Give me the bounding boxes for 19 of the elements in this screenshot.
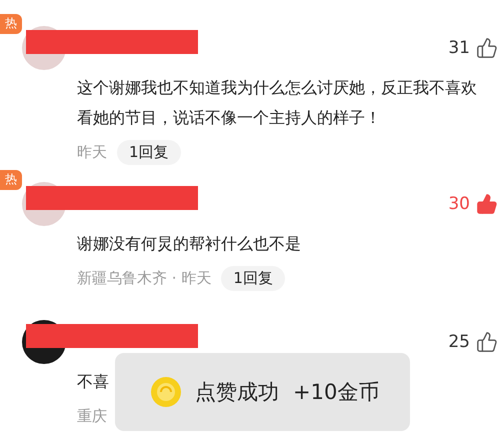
replies-button[interactable]: 1回复 [221,266,285,290]
comment-meta: 重庆 [77,406,107,426]
comment-text: 不喜 [77,371,109,393]
like-count: 25 [448,332,470,352]
comment-meta: 新疆乌鲁木齐 · 昨天 [77,268,212,288]
toast-message: 点赞成功 [195,379,279,406]
like-count: 31 [448,38,470,58]
coin-icon [151,377,181,407]
hot-badge: 热 [0,14,22,34]
hot-badge: 热 [0,170,22,190]
replies-button[interactable]: 1回复 [117,140,181,164]
comment-text: 这个谢娜我也不知道我为什么怎么讨厌她，反正我不喜欢 看她的节目，说话不像一个主持人的样子！ [77,77,477,129]
toast-reward: +10金币 [293,379,380,406]
comment-meta: 昨天 [77,142,107,162]
thumbs-up-icon[interactable] [476,37,498,59]
like-count: 30 [448,194,470,214]
comment-text: 谢娜没有何炅的帮衬什么也不是 [77,233,301,255]
thumbs-up-icon[interactable] [476,331,498,353]
thumbs-up-icon[interactable] [476,193,498,215]
